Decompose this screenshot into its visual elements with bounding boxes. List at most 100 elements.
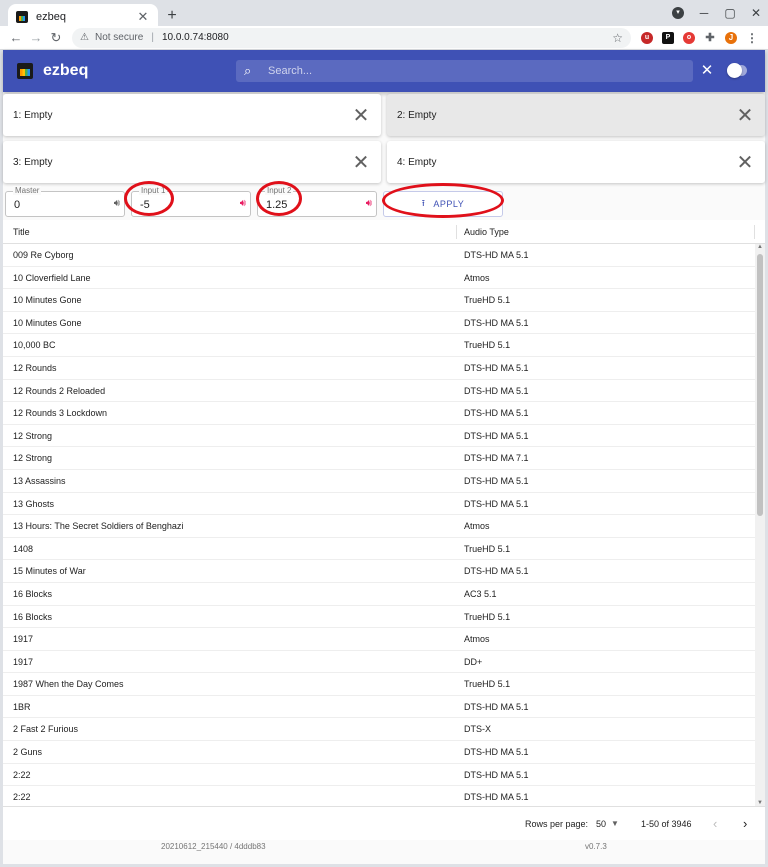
table-row[interactable]: 12 Rounds 2 Reloaded DTS-HD MA 5.1 (3, 380, 755, 403)
tab-search-icon[interactable]: ▾ (672, 7, 684, 19)
table-row[interactable]: 13 Assassins DTS-HD MA 5.1 (3, 470, 755, 493)
cell-audio-type: Atmos (464, 521, 490, 532)
cell-audio-type: DTS-HD MA 5.1 (464, 566, 529, 577)
master-volume-value[interactable]: 0 (14, 199, 20, 211)
bookmark-star-icon[interactable]: ☆ (612, 31, 623, 45)
search-box[interactable]: ⌕ (236, 60, 693, 82)
cell-title: 12 Strong (13, 430, 53, 441)
input2-volume-value[interactable]: 1.25 (266, 199, 287, 211)
reload-icon[interactable]: ↻ (46, 30, 66, 46)
previous-page-icon[interactable]: ‹ (713, 816, 717, 831)
clear-slot-icon[interactable]: ✕ (341, 150, 381, 175)
table-row[interactable]: 1408 TrueHD 5.1 (3, 538, 755, 561)
app: ezbeq ⌕ ✕ 1: Empty ✕ 2: Empty ✕ 3: Empty… (3, 50, 765, 864)
input1-volume-label: Input 1 (139, 186, 168, 195)
table-row[interactable]: 10 Minutes Gone DTS-HD MA 5.1 (3, 312, 755, 335)
profile-avatar[interactable]: J (725, 31, 737, 44)
table-row[interactable]: 10 Minutes Gone TrueHD 5.1 (3, 289, 755, 312)
table-row[interactable]: 12 Rounds 3 Lockdown DTS-HD MA 5.1 (3, 402, 755, 425)
cell-title: 10 Cloverfield Lane (13, 272, 91, 283)
next-page-icon[interactable]: › (743, 816, 747, 831)
cell-title: 1917 (13, 656, 34, 667)
cell-audio-type: Atmos (464, 634, 490, 645)
table-row[interactable]: 13 Hours: The Secret Soldiers of Benghaz… (3, 515, 755, 538)
input1-volume-value[interactable]: -5 (140, 199, 150, 211)
table-row[interactable]: 12 Rounds DTS-HD MA 5.1 (3, 357, 755, 380)
table-row[interactable]: 009 Re Cyborg DTS-HD MA 5.1 (3, 244, 755, 267)
clear-slot-icon[interactable]: ✕ (725, 103, 765, 128)
scroll-up-icon[interactable]: ▲ (757, 244, 763, 250)
table-row[interactable]: 16 Blocks TrueHD 5.1 (3, 606, 755, 629)
column-header-audio[interactable]: Audio Type (464, 227, 509, 237)
clear-slot-icon[interactable]: ✕ (725, 150, 765, 175)
maximize-icon[interactable]: ▢ (724, 6, 736, 20)
extensions-puzzle-icon[interactable]: ✚ (704, 32, 716, 44)
chevron-down-icon[interactable]: ▼ (611, 819, 619, 828)
table-row[interactable]: 2:22 DTS-HD MA 5.1 (3, 786, 755, 806)
table-row[interactable]: 1917 DD+ (3, 651, 755, 674)
input2-volume-label: Input 2 (265, 186, 294, 195)
table-row[interactable]: 2:22 DTS-HD MA 5.1 (3, 764, 755, 787)
input1-mute-icon[interactable]: 🔊︎ (240, 198, 246, 209)
column-separator[interactable] (456, 225, 457, 239)
cell-audio-type: DTS-HD MA 5.1 (464, 475, 529, 486)
rows-per-page-select[interactable]: 50 (596, 819, 606, 829)
cell-audio-type: TrueHD 5.1 (464, 340, 511, 351)
new-tab-button[interactable]: + (165, 7, 179, 25)
input2-mute-icon[interactable]: 🔊︎ (366, 198, 372, 209)
column-header-title[interactable]: Title (13, 227, 30, 237)
tab-close-icon[interactable]: ✕ (136, 9, 150, 25)
theme-toggle[interactable] (727, 63, 747, 78)
apply-button[interactable]: ⭱ APPLY (383, 191, 503, 217)
cell-title: 13 Hours: The Secret Soldiers of Benghaz… (13, 521, 184, 532)
table-row[interactable]: 1BR DTS-HD MA 5.1 (3, 696, 755, 719)
master-volume-field[interactable]: Master 0 🔊︎ (5, 186, 125, 217)
cell-title: 12 Rounds 3 Lockdown (13, 408, 108, 419)
table-row[interactable]: 12 Strong DTS-HD MA 7.1 (3, 447, 755, 470)
scroll-thumb[interactable] (757, 254, 763, 516)
browser-toolbar: ← → ↻ ⚠ Not secure | 10.0.0.74:8080 ☆ u … (0, 26, 768, 50)
back-icon[interactable]: ← (6, 30, 26, 45)
ublock-icon[interactable]: u (641, 31, 653, 44)
column-separator[interactable] (754, 225, 755, 239)
url-text[interactable]: 10.0.0.74:8080 (162, 32, 612, 43)
table-row[interactable]: 1917 Atmos (3, 628, 755, 651)
slot-4[interactable]: 4: Empty ✕ (387, 141, 765, 183)
input2-volume-field[interactable]: Input 2 1.25 🔊︎ (257, 186, 377, 217)
cell-audio-type: DTS-HD MA 5.1 (464, 362, 529, 373)
forward-icon[interactable]: → (26, 30, 46, 45)
cell-title: 2:22 (13, 792, 31, 803)
security-label: Not secure (94, 32, 144, 43)
cell-title: 1987 When the Day Comes (13, 679, 124, 690)
minimize-icon[interactable]: ─ (698, 6, 710, 20)
cell-title: 009 Re Cyborg (13, 250, 74, 260)
slot-2[interactable]: 2: Empty ✕ (387, 94, 765, 136)
table-scrollbar[interactable]: ▲ ▼ (755, 244, 765, 806)
table-row[interactable]: 2 Guns DTS-HD MA 5.1 (3, 741, 755, 764)
warning-icon: ⚠ (80, 32, 89, 43)
window-close-icon[interactable]: ✕ (750, 6, 762, 20)
build-info: 20210612_215440 / 4dddb83 (161, 842, 266, 851)
opera-icon[interactable]: o (683, 31, 695, 44)
address-bar[interactable]: ⚠ Not secure | 10.0.0.74:8080 ☆ (72, 27, 631, 48)
slot-3[interactable]: 3: Empty ✕ (3, 141, 381, 183)
table-row[interactable]: 2 Fast 2 Furious DTS-X (3, 718, 755, 742)
table-row[interactable]: 12 Strong DTS-HD MA 5.1 (3, 425, 755, 448)
table-row[interactable]: 10 Cloverfield Lane Atmos (3, 267, 755, 290)
slot-1[interactable]: 1: Empty ✕ (3, 94, 381, 136)
browser-menu-icon[interactable]: ⋮ (746, 32, 758, 44)
extension-p-icon[interactable]: P (662, 31, 674, 44)
clear-search-icon[interactable]: ✕ (700, 62, 714, 80)
master-mute-icon[interactable]: 🔊︎ (114, 198, 120, 209)
table-row[interactable]: 1987 When the Day Comes TrueHD 5.1 (3, 673, 755, 696)
url-separator: | (151, 32, 154, 43)
table-row[interactable]: 15 Minutes of War DTS-HD MA 5.1 (3, 560, 755, 583)
input1-volume-field[interactable]: Input 1 -5 🔊︎ (131, 186, 251, 217)
cell-audio-type: AC3 5.1 (464, 588, 497, 599)
table-row[interactable]: 13 Ghosts DTS-HD MA 5.1 (3, 493, 755, 516)
table-row[interactable]: 10,000 BC TrueHD 5.1 (3, 334, 755, 357)
table-row[interactable]: 16 Blocks AC3 5.1 (3, 583, 755, 606)
cell-title: 10 Minutes Gone (13, 317, 82, 328)
clear-slot-icon[interactable]: ✕ (341, 103, 381, 128)
search-input[interactable] (268, 65, 668, 77)
